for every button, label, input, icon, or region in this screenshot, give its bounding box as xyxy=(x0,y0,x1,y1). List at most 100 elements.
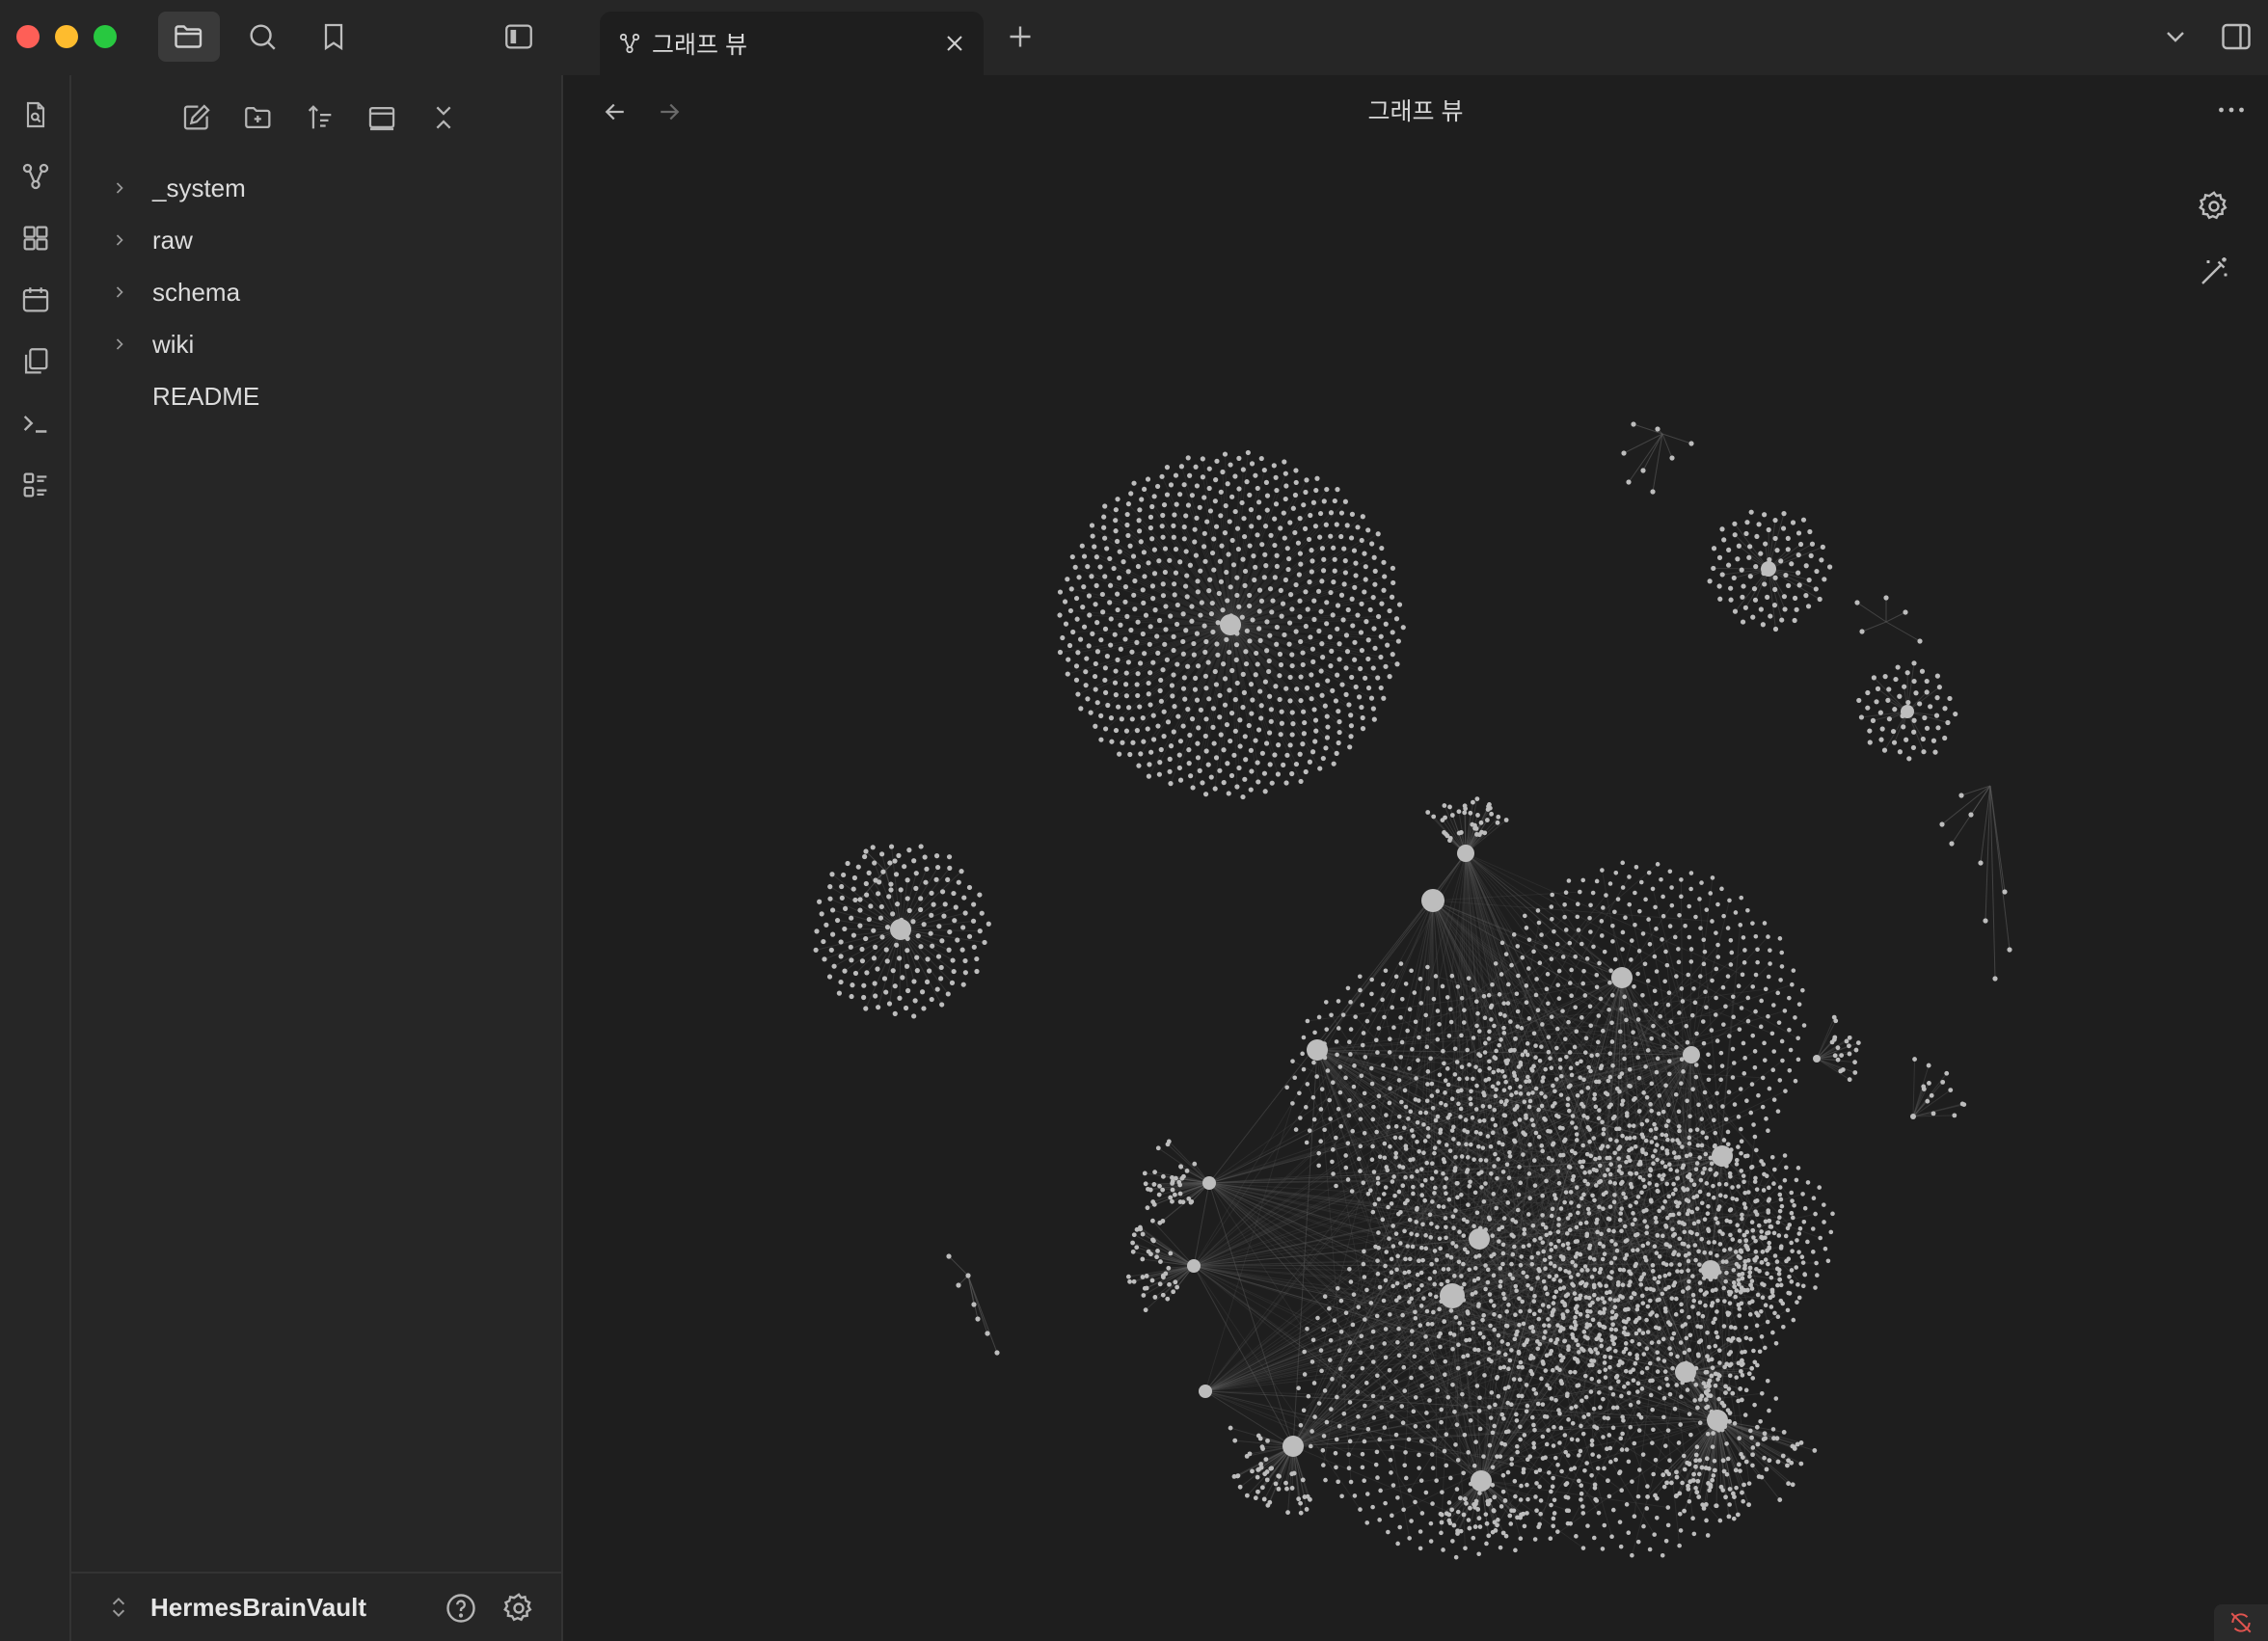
graph-node xyxy=(1425,1027,1431,1032)
graph-node xyxy=(1579,1491,1584,1496)
graph-node xyxy=(1633,890,1637,896)
file-explorer-button[interactable] xyxy=(158,12,220,62)
graph-node xyxy=(1287,742,1293,748)
graph-node xyxy=(1711,1195,1716,1200)
graph-node xyxy=(1403,982,1409,986)
graph-node xyxy=(1300,650,1306,656)
graph-node xyxy=(1785,547,1791,552)
graph-node xyxy=(959,947,965,953)
new-note-button[interactable] xyxy=(170,93,224,143)
graph-node xyxy=(1253,1495,1258,1501)
graph-node xyxy=(1498,1011,1503,1017)
ribbon-bases-button[interactable] xyxy=(10,459,62,511)
graph-node xyxy=(1062,599,1068,605)
graph-node xyxy=(1703,1151,1709,1157)
graph-node xyxy=(1281,510,1286,516)
graph-svg[interactable] xyxy=(563,152,2268,1641)
graph-node xyxy=(1620,929,1626,935)
close-window-button[interactable] xyxy=(16,25,40,48)
toggle-left-sidebar-button[interactable] xyxy=(488,12,550,62)
graph-node xyxy=(1705,1354,1710,1359)
graph-node xyxy=(1473,1498,1479,1504)
graph-node xyxy=(1755,1362,1760,1368)
graph-node xyxy=(1461,1020,1467,1025)
graph-node xyxy=(1505,1469,1511,1475)
graph-node xyxy=(1348,1027,1354,1032)
graph-node xyxy=(1214,641,1220,647)
tab-graph-view[interactable]: 그래프 뷰 xyxy=(600,12,984,75)
graph-node xyxy=(1386,1124,1391,1130)
graph-node xyxy=(1304,1507,1310,1512)
graph-node xyxy=(1441,1048,1445,1054)
graph-node xyxy=(1410,1244,1416,1250)
graph-node xyxy=(1699,880,1704,885)
graph-node xyxy=(1187,732,1193,739)
graph-node xyxy=(1723,1494,1728,1500)
search-button[interactable] xyxy=(231,12,293,62)
graph-node xyxy=(1298,1510,1304,1516)
graph-node xyxy=(1127,543,1133,549)
graph-node xyxy=(1360,726,1366,732)
help-button[interactable] xyxy=(444,1591,478,1626)
graph-node xyxy=(1269,609,1275,615)
graph-node xyxy=(834,917,841,924)
graph-node xyxy=(1694,1127,1700,1132)
ribbon-graph-button[interactable] xyxy=(10,150,62,202)
new-tab-button[interactable] xyxy=(1003,19,1038,54)
more-options-button[interactable] xyxy=(2214,93,2249,127)
ribbon-command-palette-button[interactable] xyxy=(10,397,62,449)
tree-folder-raw[interactable]: raw xyxy=(110,216,544,264)
graph-node xyxy=(1415,1169,1419,1174)
graph-canvas[interactable] xyxy=(563,152,2268,1641)
toggle-right-sidebar-button[interactable] xyxy=(2218,19,2254,54)
graph-node xyxy=(1335,1394,1339,1400)
ribbon-canvas-button[interactable] xyxy=(10,212,62,264)
graph-node xyxy=(1593,1156,1598,1162)
graph-node xyxy=(1660,913,1666,919)
vault-name[interactable]: HermesBrainVault xyxy=(150,1593,366,1623)
graph-node xyxy=(1733,1467,1739,1473)
maximize-window-button[interactable] xyxy=(94,25,117,48)
tree-file-readme[interactable]: README xyxy=(110,372,544,420)
graph-node xyxy=(1623,1368,1629,1374)
graph-node xyxy=(1387,607,1392,614)
sync-status-indicator[interactable] xyxy=(2214,1604,2268,1641)
tree-folder-schema[interactable]: schema xyxy=(110,268,544,316)
sort-button[interactable] xyxy=(293,93,347,143)
bookmarks-button[interactable] xyxy=(303,12,364,62)
ribbon-templates-button[interactable] xyxy=(10,336,62,388)
ribbon-quick-switcher-button[interactable] xyxy=(10,89,62,141)
collapse-all-button[interactable] xyxy=(417,93,471,143)
graph-node xyxy=(1273,474,1279,480)
graph-node xyxy=(1786,1481,1792,1487)
graph-node xyxy=(1521,1511,1526,1517)
graph-node xyxy=(1697,1458,1703,1463)
graph-node xyxy=(1104,654,1110,659)
graph-node xyxy=(1380,982,1386,987)
graph-node xyxy=(1456,1141,1461,1146)
tree-folder-system[interactable]: _system xyxy=(110,164,544,212)
graph-node xyxy=(1462,1496,1468,1502)
minimize-window-button[interactable] xyxy=(55,25,78,48)
graph-node xyxy=(1552,1511,1557,1516)
settings-button[interactable] xyxy=(501,1591,536,1626)
graph-node xyxy=(1617,1144,1623,1149)
graph-node xyxy=(1067,607,1074,614)
vault-switch-button[interactable] xyxy=(106,1593,131,1622)
graph-node xyxy=(1563,1190,1569,1195)
graph-node xyxy=(1205,659,1211,665)
graph-node xyxy=(1492,1164,1497,1169)
graph-node xyxy=(1679,1081,1684,1086)
auto-reveal-button[interactable] xyxy=(355,93,409,143)
ribbon-daily-note-button[interactable] xyxy=(10,274,62,326)
graph-node xyxy=(1461,1233,1467,1238)
new-folder-button[interactable] xyxy=(231,93,285,143)
graph-node xyxy=(1569,993,1574,998)
graph-node xyxy=(1594,1425,1600,1431)
graph-node xyxy=(1661,1414,1666,1420)
graph-node xyxy=(1425,1126,1431,1131)
graph-node xyxy=(1298,674,1304,680)
close-tab-button[interactable] xyxy=(941,30,968,57)
tree-folder-wiki[interactable]: wiki xyxy=(110,320,544,368)
tab-list-button[interactable] xyxy=(2160,21,2191,52)
